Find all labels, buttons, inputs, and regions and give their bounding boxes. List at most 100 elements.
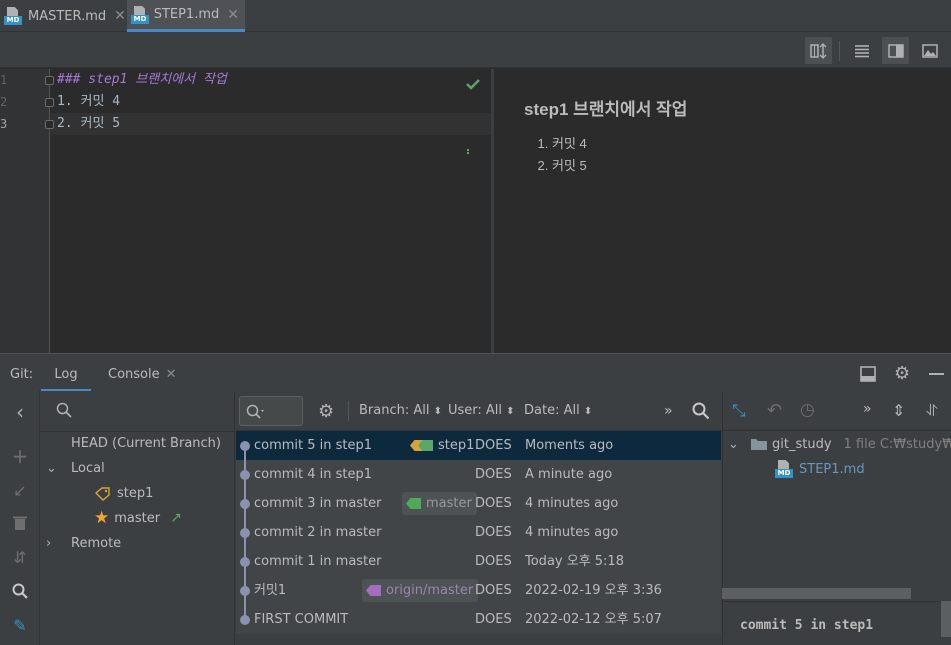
- branch-filter[interactable]: Branch: All ⬍: [359, 391, 442, 431]
- code-line-1[interactable]: ### step1 브랜치에서 작업: [57, 69, 227, 91]
- commit-node: [240, 615, 250, 625]
- horizontal-scrollbar[interactable]: [722, 588, 911, 599]
- commit-author: DOES: [475, 525, 512, 540]
- commit-node: [240, 499, 250, 509]
- branch-group-local[interactable]: ⌄ Local: [46, 456, 226, 481]
- commit-author: DOES: [475, 612, 512, 627]
- log-search-input[interactable]: [239, 396, 303, 426]
- branch-head[interactable]: HEAD (Current Branch): [71, 431, 221, 456]
- commit-node: [240, 557, 250, 567]
- tab-label: Console: [108, 367, 160, 382]
- trash-icon[interactable]: [8, 511, 32, 535]
- commit-node: [240, 586, 250, 596]
- more-actions-icon[interactable]: »: [664, 391, 673, 431]
- preview-list: 커밋 4 커밋 5: [552, 133, 587, 177]
- editor-only-button[interactable]: [848, 37, 875, 64]
- split-view-button[interactable]: [882, 37, 909, 64]
- branch-step1[interactable]: step1: [95, 481, 153, 506]
- commit-date: A minute ago: [525, 467, 613, 482]
- code-line-3[interactable]: 2. 커밋 5: [57, 113, 120, 135]
- commit-list[interactable]: commit 5 in step1 step1 DOES Moments ago…: [236, 431, 721, 634]
- line-number: 2: [0, 95, 8, 109]
- table-row[interactable]: FIRST COMMIT DOES 2022-02-12 오후 5:07: [236, 605, 721, 634]
- tab-log[interactable]: Log: [41, 354, 91, 392]
- table-row[interactable]: commit 3 in master master DOES 4 minutes…: [236, 489, 721, 518]
- branch-group-remote[interactable]: › Remote: [46, 531, 226, 556]
- chevron-down-icon[interactable]: ⌄: [46, 456, 66, 481]
- fold-marker-icon[interactable]: [45, 120, 54, 129]
- expand-all-icon[interactable]: ⇕: [892, 401, 905, 420]
- scroll-marker: [467, 149, 469, 151]
- chevron-left-icon[interactable]: ‹: [8, 400, 32, 424]
- undo-icon[interactable]: ↶: [767, 400, 782, 421]
- chevron-down-icon[interactable]: ⌄: [728, 437, 746, 452]
- commit-subject: commit 5 in step1: [740, 618, 874, 633]
- close-icon[interactable]: ✕: [227, 7, 239, 23]
- vertical-scrollbar[interactable]: [941, 601, 951, 637]
- search-icon[interactable]: [692, 402, 710, 424]
- preview-only-button[interactable]: [916, 37, 943, 64]
- tag-icon: [366, 585, 381, 596]
- group-label: Remote: [71, 536, 122, 551]
- fold-marker-icon[interactable]: [45, 98, 54, 107]
- add-icon[interactable]: +: [8, 444, 32, 468]
- commit-message: commit 3 in master: [254, 496, 382, 511]
- commit-date: Today 오후 5:18: [525, 554, 624, 569]
- minimize-icon[interactable]: [929, 373, 944, 375]
- commit-author: DOES: [475, 467, 512, 482]
- search-icon[interactable]: [8, 579, 32, 603]
- markdown-file-icon: MD: [775, 460, 793, 478]
- tab-console[interactable]: Console ✕: [108, 354, 177, 392]
- markdown-editor-toolbar: [0, 32, 951, 68]
- changed-file-row[interactable]: MD STEP1.md: [775, 459, 865, 479]
- repo-name: git_study: [772, 436, 832, 452]
- tab-master-md[interactable]: MD MASTER.md ✕: [0, 0, 132, 32]
- tag-icon: [406, 498, 421, 509]
- branch-master[interactable]: ★ master ↗: [94, 506, 182, 531]
- folder-icon: [751, 439, 767, 450]
- commit-date: 2022-02-12 오후 5:07: [525, 612, 662, 627]
- table-row[interactable]: commit 4 in step1 DOES A minute ago: [236, 460, 721, 489]
- branch-label: master: [114, 511, 161, 526]
- fold-marker-icon[interactable]: [45, 76, 54, 85]
- sync-scroll-button[interactable]: [805, 37, 832, 64]
- sync-scroll-icon: [809, 42, 826, 59]
- code-editor[interactable]: 1 2 3 ### step1 브랜치에서 작업 1. 커밋 4 2. 커밋 5: [0, 69, 492, 353]
- collapse-all-icon[interactable]: ⥯: [926, 401, 938, 421]
- commit-message: FIRST COMMIT: [254, 612, 349, 627]
- commit-node: [240, 470, 250, 480]
- tag-icon: [95, 486, 110, 501]
- separator: [722, 601, 951, 602]
- close-icon[interactable]: ✕: [114, 8, 126, 24]
- table-row[interactable]: commit 2 in master DOES 4 minutes ago: [236, 518, 721, 547]
- editor-tab-bar: MD MASTER.md ✕ MD STEP1.md ✕: [0, 0, 951, 32]
- gear-icon[interactable]: ⚙: [318, 401, 334, 422]
- gear-icon[interactable]: ⚙: [894, 363, 910, 384]
- search-icon[interactable]: [56, 402, 72, 422]
- details-toolbar: ⤡ ↶ ◷ » ⇕ ⥯: [722, 391, 951, 431]
- code-line-2[interactable]: 1. 커밋 4: [57, 91, 120, 113]
- checkout-arrow-icon[interactable]: ↙: [8, 478, 32, 502]
- tab-label: STEP1.md: [153, 7, 220, 22]
- history-icon[interactable]: ◷: [800, 400, 815, 420]
- tab-step1-md[interactable]: MD STEP1.md ✕: [127, 0, 245, 32]
- preview-heading: step1 브랜치에서 작업: [524, 100, 688, 119]
- table-row[interactable]: commit 5 in step1 step1 DOES Moments ago: [236, 431, 721, 460]
- no-problems-check-icon: [465, 77, 481, 95]
- more-actions-icon[interactable]: »: [863, 401, 872, 417]
- toolbar-divider: [839, 41, 840, 61]
- table-row[interactable]: commit 1 in master DOES Today 오후 5:18: [236, 547, 721, 576]
- close-icon[interactable]: ✕: [166, 354, 177, 392]
- date-filter[interactable]: Date: All ⬍: [524, 391, 592, 431]
- changed-repo-row[interactable]: ⌄ git_study 1 file C:₩study₩g: [728, 434, 951, 454]
- collapse-arrows-icon[interactable]: ⤡: [732, 401, 746, 421]
- git-left-toolbar: ‹ + ↙ ⇵ ✎: [0, 391, 40, 645]
- chevron-right-icon[interactable]: ›: [46, 531, 66, 556]
- commit-author: DOES: [475, 583, 512, 598]
- edit-icon[interactable]: ✎: [8, 613, 32, 637]
- restore-layout-icon[interactable]: [860, 366, 876, 386]
- tab-label: MASTER.md: [28, 8, 107, 24]
- user-filter[interactable]: User: All ⬍: [448, 391, 515, 431]
- table-row[interactable]: 커밋1 origin/master DOES 2022-02-19 오후 3:3…: [236, 576, 721, 605]
- compare-icon[interactable]: ⇵: [8, 545, 32, 569]
